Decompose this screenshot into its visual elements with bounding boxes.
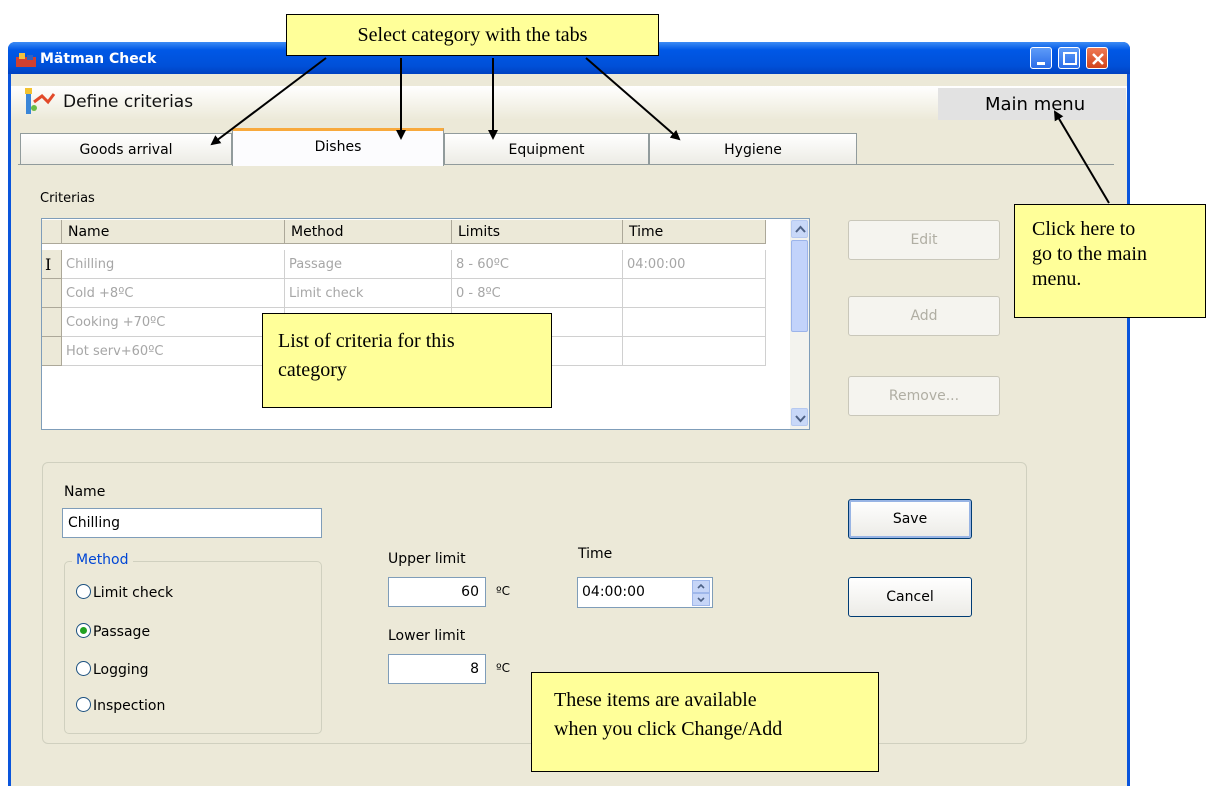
add-button-label: Add (910, 308, 938, 324)
column-header-time[interactable]: Time (623, 220, 766, 244)
row-selector[interactable] (42, 279, 62, 308)
radio-circle-icon (76, 661, 91, 676)
upper-limit-label: Upper limit (388, 551, 466, 567)
main-menu-hint-line: menu. (1032, 268, 1082, 290)
table-cell-limits[interactable]: 0 - 8ºC (452, 279, 623, 308)
time-spin-down[interactable] (692, 593, 710, 606)
tab-strip-divider (18, 164, 1114, 165)
method-legend: Method (72, 552, 133, 568)
name-label: Name (64, 484, 106, 500)
lower-limit-field[interactable]: 8 (388, 654, 486, 684)
app-logo-icon (16, 53, 36, 67)
radio-circle-icon (76, 584, 91, 599)
cancel-button[interactable]: Cancel (848, 577, 972, 617)
chevron-up-icon (697, 583, 705, 589)
tabs-hint-callout: Select category with the tabs (286, 14, 659, 56)
radio-limit-check[interactable]: Limit check (76, 583, 276, 603)
chevron-up-icon (795, 225, 806, 233)
criterias-label: Criterias (40, 191, 95, 206)
list-hint-line: category (278, 359, 347, 381)
tab-equipment[interactable]: Equipment (444, 133, 649, 165)
tab-hygiene[interactable]: Hygiene (649, 133, 857, 165)
window-title: Mätman Check (40, 51, 157, 67)
main-menu-hint-line: go to the main (1032, 243, 1147, 265)
remove-button[interactable]: Remove... (848, 376, 1000, 416)
save-button[interactable]: Save (848, 499, 972, 539)
table-cell-time[interactable] (623, 337, 766, 366)
name-field[interactable]: Chilling (62, 508, 322, 538)
save-button-label: Save (892, 511, 928, 527)
radio-passage[interactable]: Passage (76, 622, 276, 642)
minimize-button[interactable] (1030, 47, 1052, 69)
items-hint-callout: These items are available when you click… (531, 672, 879, 772)
row-selector[interactable] (42, 337, 62, 366)
column-header-limits[interactable]: Limits (452, 220, 623, 244)
radio-inspection[interactable]: Inspection (76, 696, 276, 716)
maximize-button[interactable] (1058, 47, 1080, 69)
radio-label: Passage (93, 624, 151, 640)
edit-button-label: Edit (910, 232, 938, 248)
items-hint-line: when you click Change/Add (554, 718, 783, 740)
table-cell-method[interactable]: Limit check (285, 279, 452, 308)
maximize-icon (1063, 52, 1077, 65)
page-title: Define criterias (63, 92, 194, 112)
main-menu-hint-line: Click here to (1032, 218, 1136, 240)
list-hint-callout: List of criteria for this category (262, 313, 552, 408)
edit-button[interactable]: Edit (848, 220, 1000, 260)
lower-limit-label: Lower limit (388, 628, 466, 644)
tab-goods-arrival[interactable]: Goods arrival (20, 133, 232, 165)
close-icon (1092, 53, 1104, 65)
table-cell-limits[interactable]: 8 - 60ºC (452, 250, 623, 279)
main-menu-hint-callout: Click here to go to the main menu. (1014, 204, 1206, 318)
cancel-button-label: Cancel (886, 589, 934, 605)
radio-label: Limit check (93, 585, 174, 601)
chevron-down-icon (697, 597, 705, 603)
radio-label: Inspection (93, 698, 166, 714)
radio-label: Logging (93, 662, 149, 678)
time-spin-up[interactable] (692, 580, 710, 593)
column-header-method[interactable]: Method (285, 220, 452, 244)
minimize-icon (1037, 62, 1045, 65)
radio-circle-icon (76, 697, 91, 712)
add-button[interactable]: Add (848, 296, 1000, 336)
table-cell-time[interactable]: 04:00:00 (623, 250, 766, 279)
items-hint-line: These items are available (554, 689, 757, 711)
column-header-name[interactable]: Name (62, 220, 285, 244)
tab-dishes[interactable]: Dishes (232, 128, 444, 166)
radio-checked-icon (76, 623, 91, 638)
scroll-down-button[interactable] (791, 408, 808, 426)
table-cell-name[interactable]: Hot serv+60ºC (62, 337, 285, 366)
main-menu-label: Main menu (985, 94, 1086, 115)
scroll-up-button[interactable] (791, 220, 808, 238)
table-cell-name[interactable]: Chilling (62, 250, 285, 279)
row-selector-current[interactable]: I (42, 250, 62, 279)
lower-limit-unit: ºC (496, 661, 511, 675)
remove-button-label: Remove... (888, 388, 960, 404)
table-cell-name[interactable]: Cooking +70ºC (62, 308, 285, 337)
chevron-down-icon (795, 415, 806, 423)
grid-corner-header (42, 220, 62, 244)
close-button[interactable] (1086, 47, 1108, 69)
table-cell-time[interactable] (623, 308, 766, 337)
define-criteria-icon (22, 88, 56, 116)
radio-logging[interactable]: Logging (76, 660, 276, 680)
table-cell-method[interactable]: Passage (285, 250, 452, 279)
upper-limit-unit: ºC (496, 584, 511, 598)
table-cell-time[interactable] (623, 279, 766, 308)
upper-limit-field[interactable]: 60 (388, 577, 486, 607)
time-label: Time (578, 546, 613, 562)
table-cell-name[interactable]: Cold +8ºC (62, 279, 285, 308)
scrollbar-thumb[interactable] (791, 240, 808, 332)
tabs-hint-text: Select category with the tabs (357, 24, 588, 46)
row-selector[interactable] (42, 308, 62, 337)
list-hint-line: List of criteria for this (278, 330, 455, 352)
